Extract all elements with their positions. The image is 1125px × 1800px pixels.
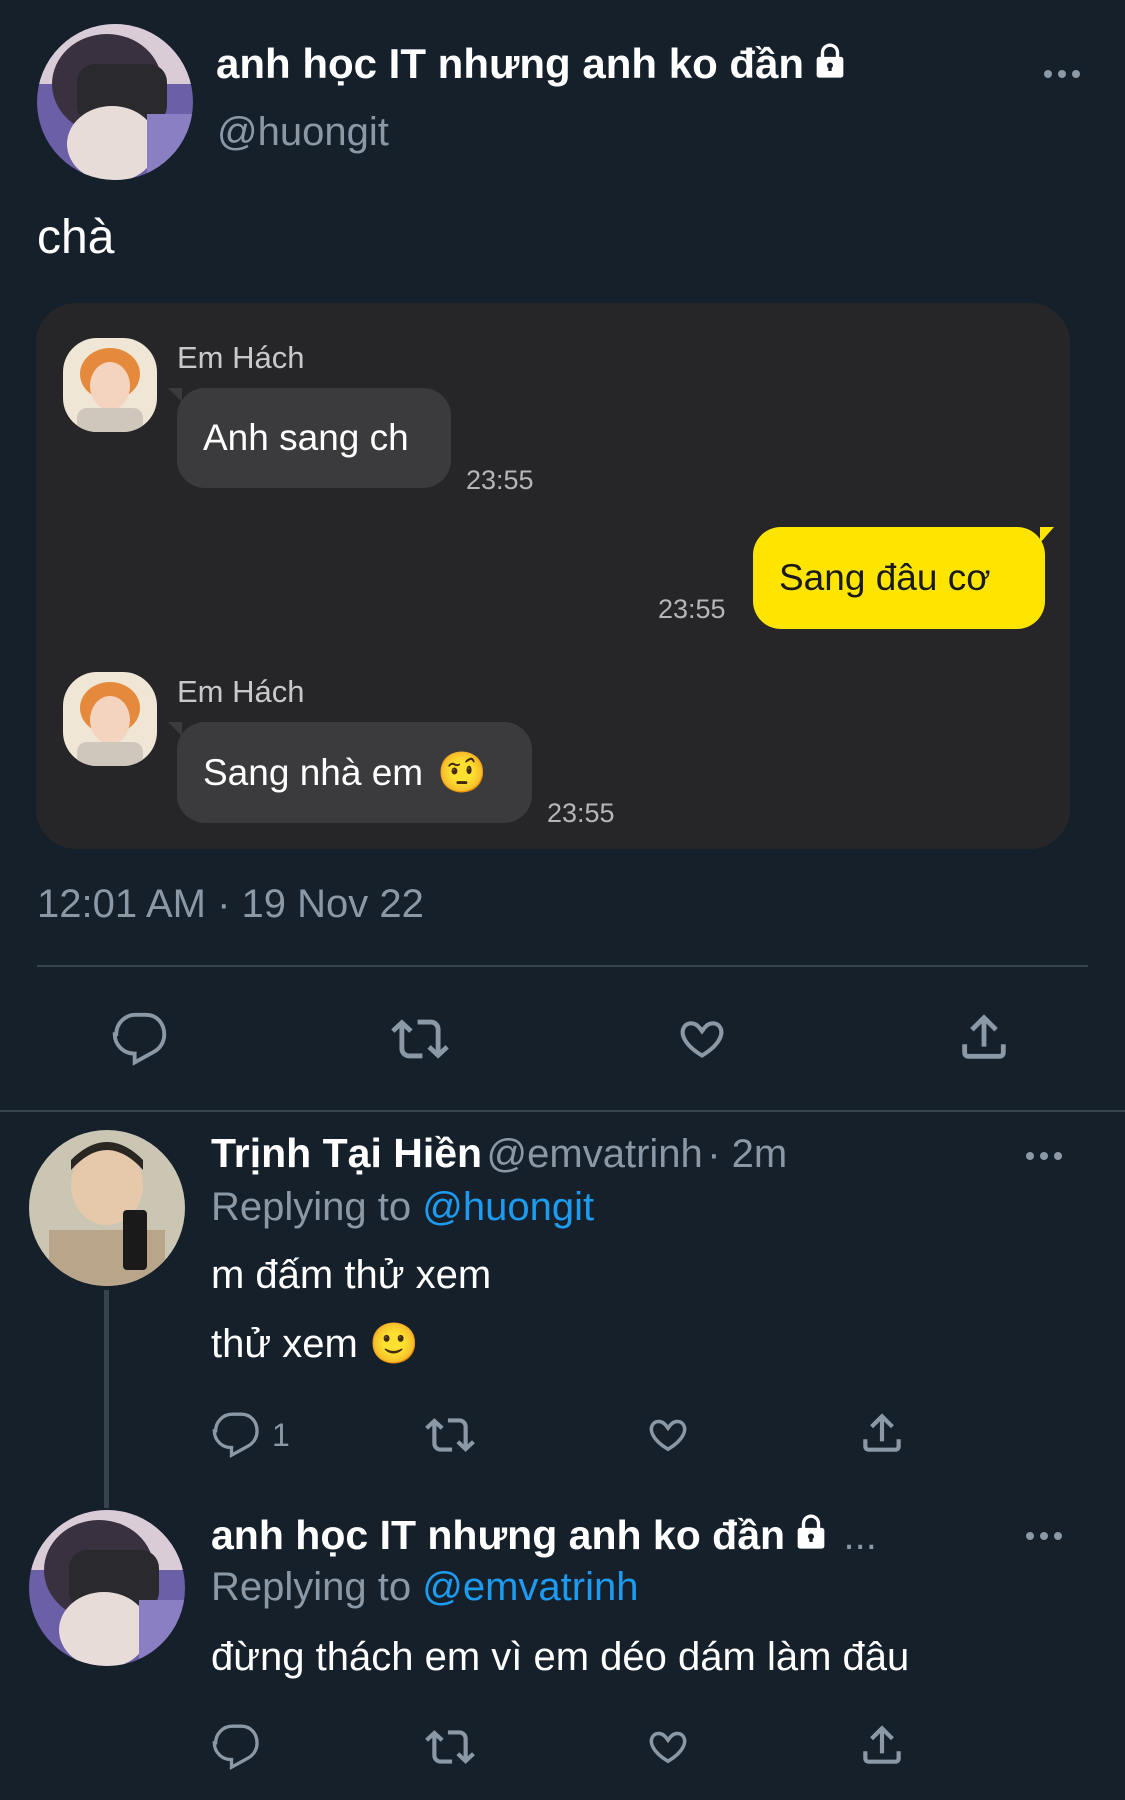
reply-author-name[interactable]: anh học IT nhưng anh ko đần — [211, 1512, 785, 1558]
retweet-icon[interactable] — [388, 1010, 452, 1068]
lock-icon — [810, 41, 850, 81]
author-name[interactable]: anh học IT nhưng anh ko đần — [216, 40, 850, 88]
chat-sender-name: Em Hách — [177, 674, 305, 709]
chat-avatar — [63, 338, 157, 432]
chat-time: 23:55 — [466, 465, 534, 495]
reply-author-handle[interactable]: @emvatrinh — [487, 1132, 703, 1176]
tweet-text: chà — [37, 211, 115, 264]
replying-to: Replying to @huongit — [211, 1185, 595, 1229]
reply-age[interactable]: · 2m — [707, 1132, 787, 1176]
reply-count: 1 — [272, 1416, 290, 1453]
chat-bubble-outgoing: Sang đâu cơ — [753, 527, 1045, 629]
reply-text-line: thử xem 🙂 — [211, 1322, 419, 1366]
like-icon[interactable] — [672, 1010, 732, 1068]
retweet-icon[interactable] — [422, 1410, 478, 1460]
raised-eyebrow-emoji: 🤨 — [437, 751, 487, 795]
reply-avatar[interactable] — [29, 1130, 185, 1286]
reply-avatar[interactable] — [29, 1510, 185, 1666]
slight-smile-emoji: 🙂 — [368, 1322, 419, 1366]
replying-to-link[interactable]: @emvatrinh — [422, 1565, 638, 1609]
chat-bubble-incoming: Anh sang ch — [177, 388, 451, 488]
chat-bubble-incoming: Sang nhà em 🤨 — [177, 722, 532, 823]
chat-time: 23:55 — [658, 594, 726, 624]
bubble-tail — [168, 722, 182, 736]
more-icon[interactable] — [1026, 1152, 1062, 1160]
divider — [0, 1110, 1125, 1112]
reply-icon[interactable]: 1 — [212, 1410, 290, 1460]
chat-time: 23:55 — [547, 798, 615, 828]
divider — [37, 965, 1088, 967]
chat-sender-name: Em Hách — [177, 340, 305, 375]
reply-text-line: đừng thách em vì em déo dám làm đâu — [211, 1635, 910, 1679]
like-icon[interactable] — [642, 1410, 694, 1460]
bubble-tail — [1040, 527, 1054, 543]
author-avatar[interactable] — [37, 24, 193, 180]
like-icon[interactable] — [642, 1722, 694, 1772]
more-icon[interactable] — [1026, 1532, 1062, 1540]
author-handle[interactable]: @huongit — [217, 110, 389, 155]
lock-icon — [791, 1512, 831, 1552]
reply-header: anh học IT nhưng anh ko đần ... — [211, 1512, 877, 1559]
retweet-icon[interactable] — [422, 1722, 478, 1772]
share-icon[interactable] — [856, 1408, 908, 1458]
reply-icon[interactable] — [112, 1010, 170, 1068]
replying-to: Replying to @emvatrinh — [211, 1565, 639, 1609]
bubble-tail — [168, 388, 182, 402]
replying-to-link[interactable]: @huongit — [422, 1185, 594, 1229]
tweet-timestamp[interactable]: 12:01 AM · 19 Nov 22 — [37, 882, 424, 927]
reply-header: Trịnh Tại Hiền @emvatrinh · 2m — [211, 1130, 787, 1177]
more-icon[interactable] — [1044, 70, 1080, 78]
chat-avatar — [63, 672, 157, 766]
reply-author-name[interactable]: Trịnh Tại Hiền — [211, 1130, 482, 1176]
share-icon[interactable] — [955, 1008, 1013, 1066]
thread-line — [104, 1290, 109, 1508]
reply-author-handle-truncated[interactable]: ... — [844, 1514, 877, 1558]
share-icon[interactable] — [856, 1720, 908, 1770]
reply-text-line: m đấm thử xem — [211, 1253, 492, 1297]
reply-icon[interactable] — [212, 1722, 262, 1772]
